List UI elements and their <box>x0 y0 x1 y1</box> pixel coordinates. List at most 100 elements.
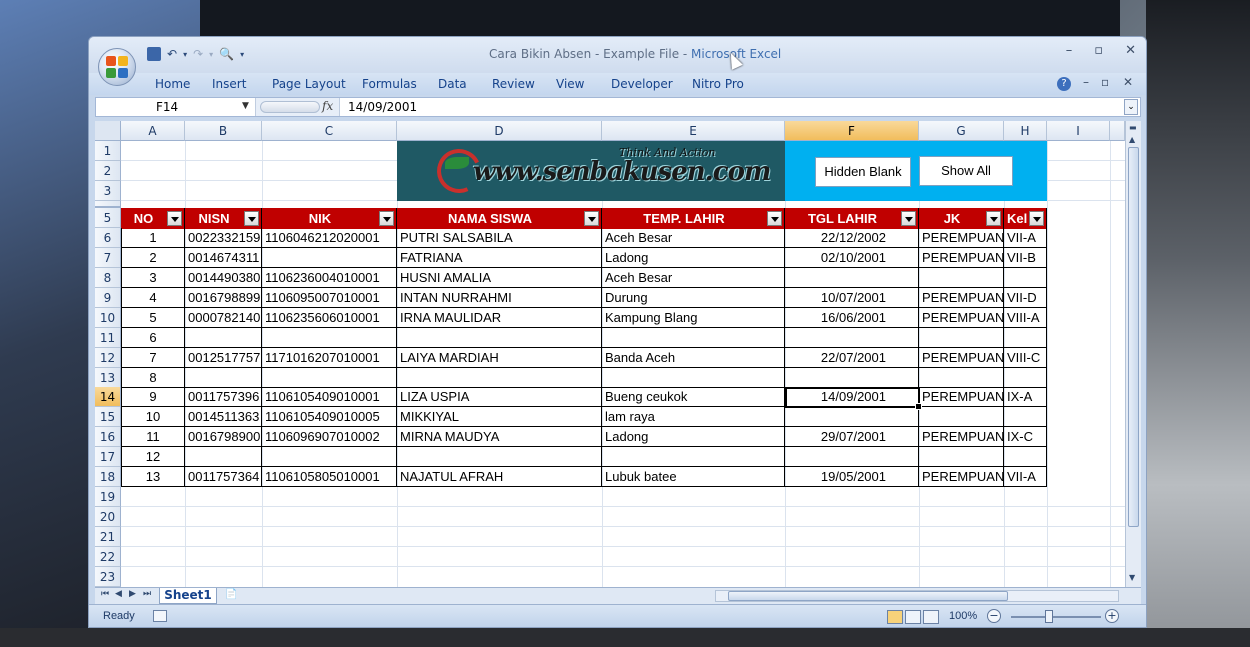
tab-page-layout[interactable]: Page Layout <box>272 77 346 91</box>
cell-nisn[interactable]: 0014490380 <box>185 268 262 288</box>
row-header-9[interactable]: 9 <box>95 288 121 308</box>
cell-nama[interactable]: MIRNA MAUDYA <box>397 427 602 447</box>
cell-tgl-lahir[interactable]: 19/05/2001 <box>785 467 919 487</box>
cell-jk[interactable]: PEREMPUAN <box>919 228 1004 248</box>
cell-no[interactable]: 9 <box>121 387 185 407</box>
column-header-d[interactable]: D <box>397 121 602 141</box>
cell-kelas[interactable] <box>1004 407 1047 427</box>
formula-grip[interactable] <box>260 101 320 113</box>
office-button[interactable] <box>98 48 136 86</box>
ribbon-restore-icon[interactable]: ▫ <box>1101 75 1109 89</box>
cell-kelas[interactable]: VII-D <box>1004 288 1047 308</box>
filter-dropdown-icon[interactable] <box>1029 211 1044 226</box>
cell-nik[interactable]: 1106236004010001 <box>262 268 397 288</box>
cell-nisn[interactable]: 0011757364 <box>185 467 262 487</box>
cell-tgl-lahir[interactable]: 16/06/2001 <box>785 308 919 328</box>
normal-view-icon[interactable] <box>887 610 903 624</box>
cell-jk[interactable]: PEREMPUAN <box>919 308 1004 328</box>
row-header-20[interactable]: 20 <box>95 507 121 527</box>
cell-temp-lahir[interactable]: Durung <box>602 288 785 308</box>
tab-nitro-pro[interactable]: Nitro Pro <box>692 77 744 91</box>
prev-sheet-icon[interactable]: ◀ <box>115 589 122 599</box>
tab-formulas[interactable]: Formulas <box>362 77 417 91</box>
cell-nisn[interactable] <box>185 447 262 467</box>
tab-insert[interactable]: Insert <box>212 77 246 91</box>
filter-dropdown-icon[interactable] <box>167 211 182 226</box>
cell-kelas[interactable]: VIII-A <box>1004 308 1047 328</box>
cell-no[interactable]: 7 <box>121 348 185 368</box>
last-sheet-icon[interactable]: ⏭ <box>143 589 151 599</box>
filter-dropdown-icon[interactable] <box>379 211 394 226</box>
cell-nisn[interactable]: 0011757396 <box>185 387 262 407</box>
row-header-1[interactable]: 1 <box>95 141 121 161</box>
cell-no[interactable]: 8 <box>121 368 185 388</box>
cell-no[interactable]: 5 <box>121 308 185 328</box>
cell-nama[interactable]: NAJATUL AFRAH <box>397 467 602 487</box>
cell-nik[interactable] <box>262 248 397 268</box>
tab-home[interactable]: Home <box>155 77 190 91</box>
cell-nisn[interactable]: 0016798900 <box>185 427 262 447</box>
cell-nama[interactable]: MIKKIYAL <box>397 407 602 427</box>
cell-nik[interactable] <box>262 368 397 388</box>
cell-kelas[interactable] <box>1004 368 1047 388</box>
ribbon-minimize-icon[interactable]: – <box>1083 75 1089 89</box>
cell-no[interactable]: 2 <box>121 248 185 268</box>
cell-no[interactable]: 13 <box>121 467 185 487</box>
cell-nama[interactable]: PUTRI SALSABILA <box>397 228 602 248</box>
row-header-14[interactable]: 14 <box>95 387 121 407</box>
row-header-17[interactable]: 17 <box>95 447 121 467</box>
row-header-23[interactable]: 23 <box>95 567 121 587</box>
sheet-tab-sheet1[interactable]: Sheet1 <box>159 588 217 604</box>
filter-dropdown-icon[interactable] <box>986 211 1001 226</box>
next-sheet-icon[interactable]: ▶ <box>129 589 136 599</box>
row-header-12[interactable]: 12 <box>95 348 121 368</box>
scroll-up-icon[interactable]: ▲ <box>1129 135 1135 144</box>
cell-temp-lahir[interactable]: Aceh Besar <box>602 268 785 288</box>
vertical-scrollbar[interactable]: ▬ ▲ ▼ <box>1125 121 1141 587</box>
cell-nama[interactable]: IRNA MAULIDAR <box>397 308 602 328</box>
cell-no[interactable]: 10 <box>121 407 185 427</box>
column-header-h[interactable]: H <box>1004 121 1047 141</box>
cell-nama[interactable]: HUSNI AMALIA <box>397 268 602 288</box>
cell-nik[interactable] <box>262 328 397 348</box>
cell-nik[interactable]: 1106046212020001 <box>262 228 397 248</box>
row-header-18[interactable]: 18 <box>95 467 121 487</box>
name-box[interactable]: F14 <box>96 98 256 116</box>
cell-jk[interactable] <box>919 328 1004 348</box>
cell-jk[interactable] <box>919 447 1004 467</box>
filter-dropdown-icon[interactable] <box>244 211 259 226</box>
cell-nama[interactable] <box>397 328 602 348</box>
cell-tgl-lahir[interactable] <box>785 268 919 288</box>
redo-icon[interactable]: ↷ <box>193 47 203 61</box>
column-header-b[interactable]: B <box>185 121 262 141</box>
cell-temp-lahir[interactable]: Ladong <box>602 248 785 268</box>
tab-review[interactable]: Review <box>492 77 535 91</box>
formula-input[interactable]: 14/09/2001 <box>348 100 417 114</box>
expand-formula-bar-icon[interactable]: ⌄ <box>1124 99 1138 115</box>
column-header-f[interactable]: F <box>785 121 919 141</box>
row-header-21[interactable]: 21 <box>95 527 121 547</box>
filter-dropdown-icon[interactable] <box>584 211 599 226</box>
active-cell-f14[interactable] <box>785 387 922 410</box>
row-header-22[interactable]: 22 <box>95 547 121 567</box>
horizontal-scrollbar[interactable] <box>715 590 1119 602</box>
cell-tgl-lahir[interactable]: 02/10/2001 <box>785 248 919 268</box>
cell-no[interactable]: 11 <box>121 427 185 447</box>
cell-jk[interactable]: PEREMPUAN <box>919 467 1004 487</box>
minimize-icon[interactable]: – <box>1066 43 1073 58</box>
customize-toolbar-icon[interactable]: ▾ <box>240 50 244 59</box>
cell-no[interactable]: 1 <box>121 228 185 248</box>
cell-nama[interactable] <box>397 447 602 467</box>
cell-kelas[interactable]: VIII-C <box>1004 348 1047 368</box>
zoom-slider-knob[interactable] <box>1045 610 1053 623</box>
vertical-scroll-thumb[interactable] <box>1128 147 1139 527</box>
cell-no[interactable]: 6 <box>121 328 185 348</box>
column-header-i[interactable]: I <box>1047 121 1110 141</box>
macro-record-icon[interactable] <box>153 610 167 622</box>
cell-temp-lahir[interactable]: Kampung Blang <box>602 308 785 328</box>
cell-nik[interactable]: 1106095007010001 <box>262 288 397 308</box>
cell-nisn[interactable]: 0000782140 <box>185 308 262 328</box>
column-header-g[interactable]: G <box>919 121 1004 141</box>
scroll-down-icon[interactable]: ▼ <box>1129 573 1135 582</box>
row-header-15[interactable]: 15 <box>95 407 121 427</box>
